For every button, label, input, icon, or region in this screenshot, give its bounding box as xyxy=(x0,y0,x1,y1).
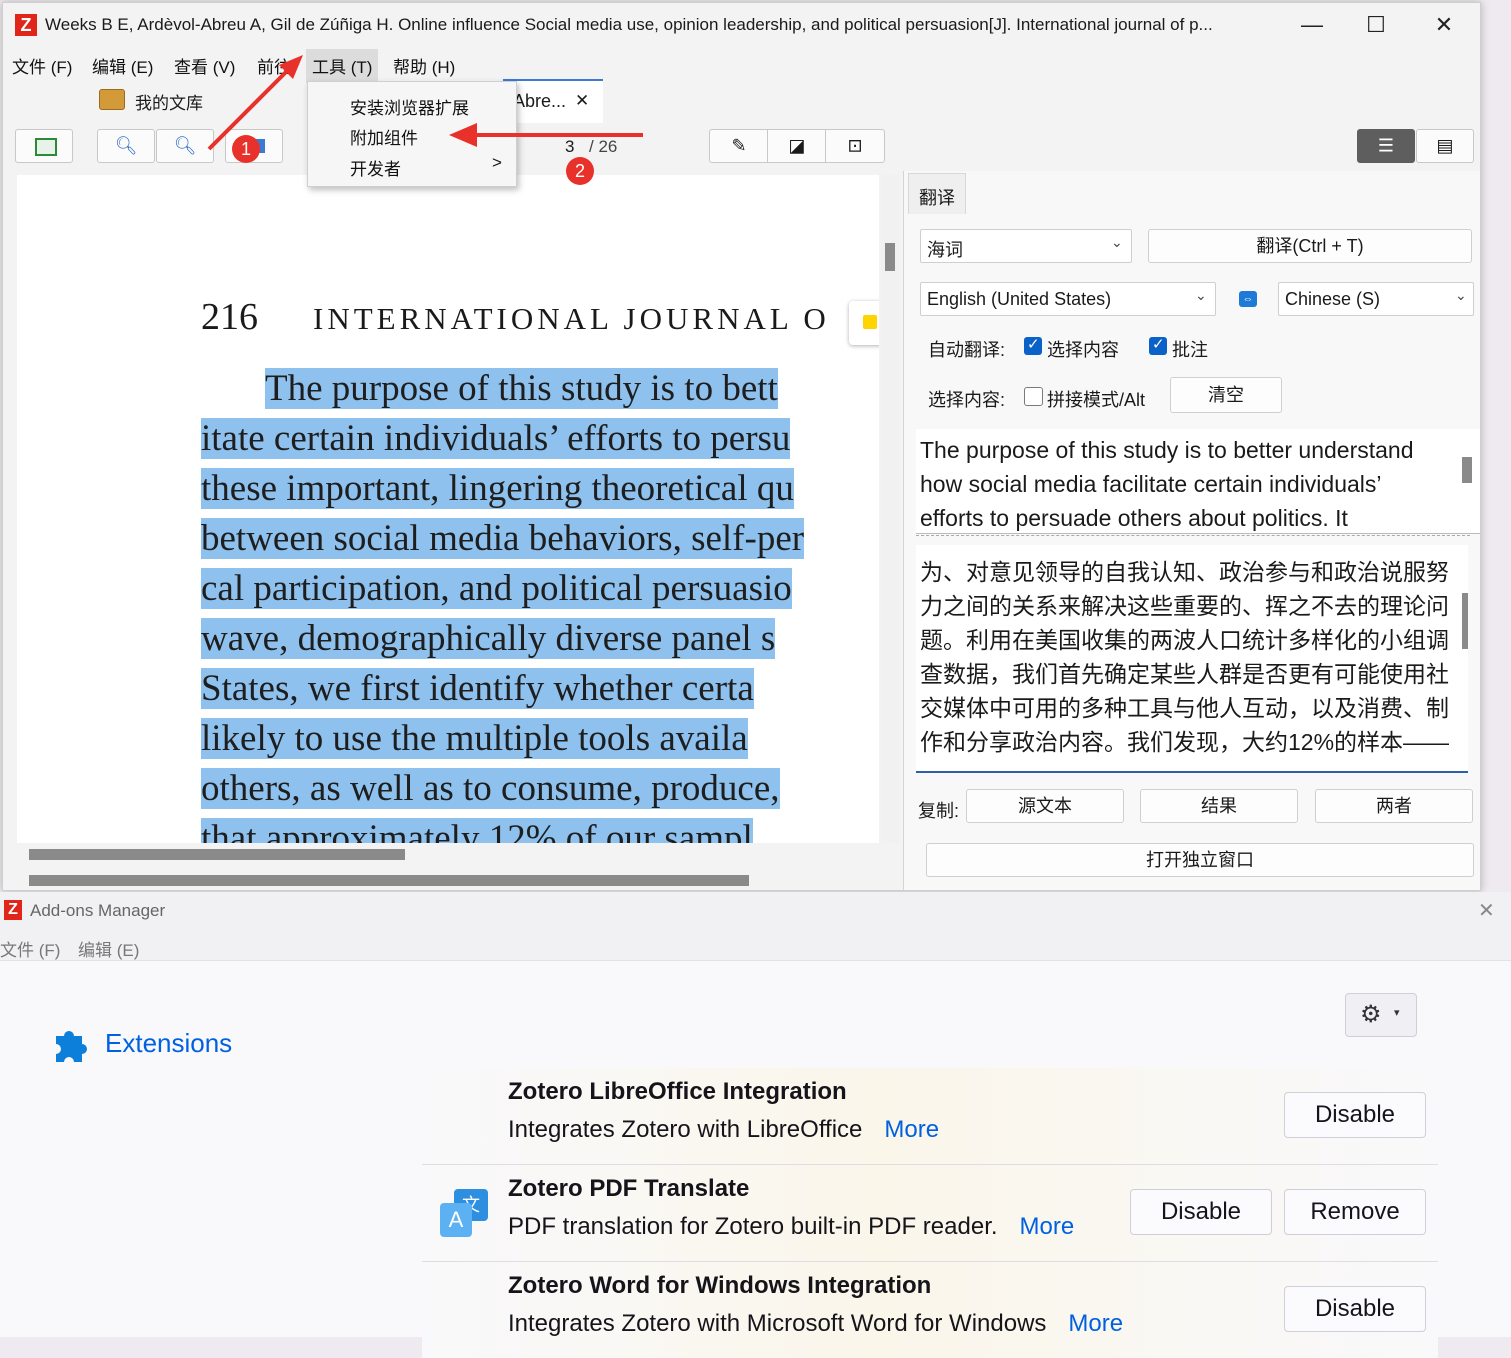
arrow-2-head-icon xyxy=(449,123,477,147)
addons-menu-edit[interactable]: 编辑 (E) xyxy=(78,936,139,961)
remove-button[interactable]: Remove xyxy=(1284,1189,1426,1235)
chevron-down-icon: ▾ xyxy=(1394,1007,1400,1019)
addons-title-bar[interactable]: Z Add-ons Manager ✕ xyxy=(0,892,1511,930)
addons-menu-file[interactable]: 文件 (F) xyxy=(0,936,60,961)
zotero-logo-icon: Z xyxy=(4,900,22,920)
disable-button[interactable]: Disable xyxy=(1284,1286,1426,1332)
addon-description: PDF translation for Zotero built-in PDF … xyxy=(508,1213,1075,1240)
addon-card[interactable]: Zotero Word for Windows Integration Inte… xyxy=(422,1262,1438,1358)
addon-description: Integrates Zotero with Microsoft Word fo… xyxy=(508,1310,1124,1337)
addon-name: Zotero Word for Windows Integration xyxy=(508,1272,932,1299)
zotero-main-window: Z Weeks B E, Ardèvol-Abreu A, Gil de Zúñ… xyxy=(2,2,1481,891)
disable-button[interactable]: Disable xyxy=(1284,1092,1426,1138)
addons-manager-window: Z Add-ons Manager ✕ 文件 (F) 编辑 (E) ⚙ ▾ Ex… xyxy=(0,892,1511,1358)
addon-name: Zotero LibreOffice Integration xyxy=(508,1078,847,1105)
addons-close-icon[interactable]: ✕ xyxy=(1478,898,1495,923)
step-badge-2: 2 xyxy=(566,157,594,185)
puzzle-icon xyxy=(56,1031,87,1062)
addons-menu-bar: 文件 (F) 编辑 (E) xyxy=(0,930,1511,961)
gear-icon: ⚙ xyxy=(1360,1001,1382,1028)
addon-description: Integrates Zotero with LibreOffice More xyxy=(508,1116,940,1143)
extensions-label: Extensions xyxy=(105,1028,233,1058)
step-badge-1: 1 xyxy=(232,135,260,163)
disable-button[interactable]: Disable xyxy=(1130,1189,1272,1235)
addon-card[interactable]: Zotero LibreOffice Integration Integrate… xyxy=(422,1068,1438,1165)
addons-window-title: Add-ons Manager xyxy=(30,901,166,920)
addons-settings-button[interactable]: ⚙ ▾ xyxy=(1345,993,1417,1037)
more-link[interactable]: More xyxy=(884,1116,939,1143)
more-link[interactable]: More xyxy=(1020,1213,1075,1240)
addon-name: Zotero PDF Translate xyxy=(508,1175,750,1202)
annotation-arrows xyxy=(207,55,643,151)
addon-card[interactable]: 文 A Zotero PDF Translate PDF translation… xyxy=(422,1165,1438,1262)
translate-addon-icon: 文 A xyxy=(440,1189,488,1237)
more-link[interactable]: More xyxy=(1068,1310,1123,1337)
